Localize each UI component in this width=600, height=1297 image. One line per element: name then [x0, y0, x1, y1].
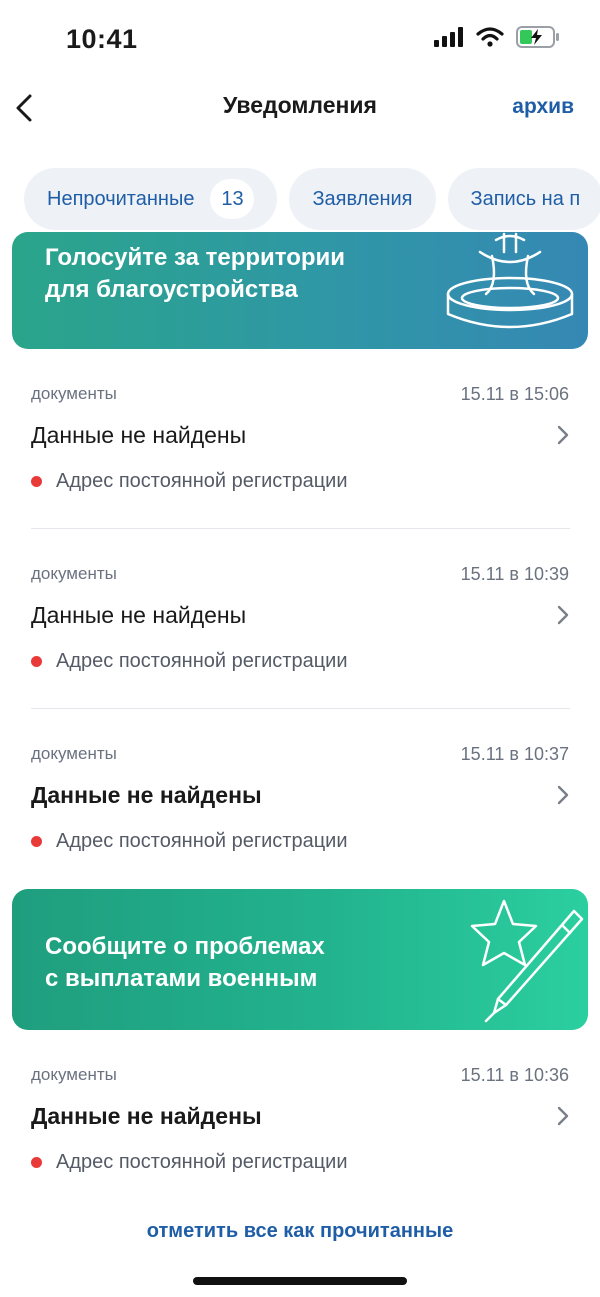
notification-title: Данные не найдены	[31, 782, 262, 808]
promo-banner-military-payments[interactable]: Сообщите о проблемах с выплатами военным	[12, 889, 588, 1030]
status-icons	[434, 26, 560, 48]
chevron-right-icon	[557, 785, 569, 805]
notification-title: Данные не найдены	[31, 602, 247, 628]
chevron-right-icon	[557, 1106, 569, 1126]
star-pen-icon	[470, 899, 584, 1023]
notification-time: 15.11 в 10:36	[460, 1065, 569, 1085]
unread-count-badge: 13	[210, 179, 255, 219]
chevron-right-icon	[557, 425, 569, 445]
status-time: 10:41	[66, 24, 138, 54]
unread-dot	[31, 656, 42, 667]
chip-label: Непрочитанные	[47, 187, 195, 210]
notification-subtitle: Адрес постоянной регистрации	[56, 470, 348, 492]
chip-appointment[interactable]: Запись на п	[447, 168, 600, 230]
notification-category: документы	[31, 384, 117, 403]
notification-item[interactable]: документы 15.11 в 10:39 Данные не найден…	[0, 564, 600, 744]
notification-subtitle: Адрес постоянной регистрации	[56, 1151, 348, 1173]
unread-dot	[31, 836, 42, 847]
notification-category: документы	[31, 744, 117, 763]
signal-icon	[434, 27, 463, 47]
notification-category: документы	[31, 564, 117, 583]
wifi-icon	[476, 27, 504, 47]
notification-item[interactable]: документы 15.11 в 10:36 Данные не найден…	[0, 1065, 600, 1245]
archive-button[interactable]: архив	[512, 95, 574, 119]
notification-subtitle: Адрес постоянной регистрации	[56, 830, 348, 852]
banner-line: для благоустройства	[45, 276, 298, 303]
chevron-right-icon	[557, 605, 569, 625]
divider	[31, 528, 570, 529]
chip-unread[interactable]: Непрочитанные 13	[24, 168, 278, 230]
battery-charging-icon	[516, 26, 559, 48]
chip-applications[interactable]: Заявления	[289, 168, 436, 230]
unread-dot	[31, 1157, 42, 1168]
banner-line: с выплатами военным	[45, 965, 318, 992]
notification-time: 15.11 в 10:37	[460, 744, 569, 764]
notification-title: Данные не найдены	[31, 1103, 262, 1129]
mark-all-read-button[interactable]: отметить все как прочитанные	[0, 1220, 600, 1243]
notification-item[interactable]: документы 15.11 в 15:06 Данные не найден…	[0, 384, 600, 564]
fountain-icon	[446, 232, 574, 329]
chip-label: Заявления	[312, 187, 413, 210]
notification-category: документы	[31, 1065, 117, 1084]
banner-text: Голосуйте за территории для благоустройс…	[45, 242, 345, 306]
chip-label: Запись на п	[470, 187, 581, 210]
home-indicator[interactable]	[193, 1277, 407, 1285]
banner-text: Сообщите о проблемах с выплатами военным	[45, 931, 325, 995]
filter-chips: Непрочитанные 13 Заявления Запись на п	[24, 168, 600, 230]
banner-line: Голосуйте за территории	[45, 244, 346, 271]
status-bar: 10:41	[0, 0, 600, 80]
unread-dot	[31, 476, 42, 487]
notification-time: 15.11 в 15:06	[460, 384, 569, 404]
notification-time: 15.11 в 10:39	[460, 564, 569, 584]
notification-subtitle: Адрес постоянной регистрации	[56, 650, 348, 672]
filter-chips-scroller[interactable]: Непрочитанные 13 Заявления Запись на п	[0, 160, 600, 240]
page-title: Уведомления	[223, 92, 377, 118]
divider	[31, 708, 570, 709]
banner-line: Сообщите о проблемах	[45, 933, 325, 960]
promo-banner-voting[interactable]: Голосуйте за территории для благоустройс…	[12, 232, 588, 349]
nav-bar: Уведомления архив	[0, 80, 600, 140]
notification-title: Данные не найдены	[31, 422, 247, 448]
